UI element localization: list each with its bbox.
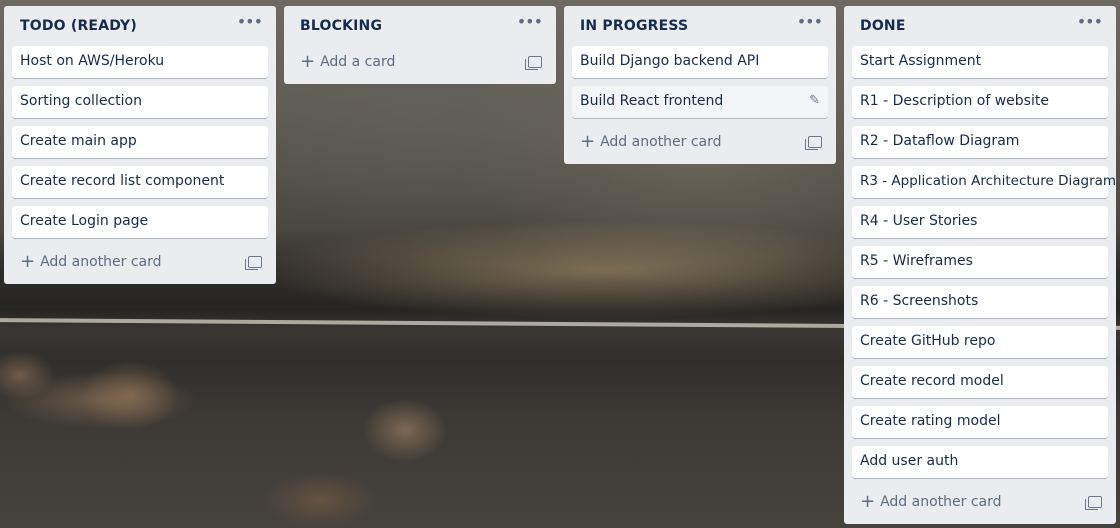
more-horizontal-icon[interactable]: •••	[797, 14, 823, 38]
more-horizontal-icon[interactable]: •••	[1077, 14, 1103, 38]
card[interactable]: R4 - User Stories	[852, 206, 1108, 238]
add-card-label: Add a card	[320, 54, 396, 70]
list-title[interactable]: TODO (READY)	[20, 18, 137, 34]
card-template-icon[interactable]	[245, 256, 262, 270]
card[interactable]: Build Django backend API	[572, 46, 828, 78]
list-title[interactable]: DONE	[860, 18, 906, 34]
list-header[interactable]: DONE •••	[852, 6, 1108, 46]
list-title[interactable]: IN PROGRESS	[580, 18, 688, 34]
add-card-label: Add another card	[880, 494, 1002, 510]
card-title: Build React frontend	[580, 93, 724, 109]
plus-icon: +	[860, 491, 876, 512]
card[interactable]: R2 - Dataflow Diagram	[852, 126, 1108, 158]
card[interactable]: Add user auth	[852, 446, 1108, 478]
add-card-button[interactable]: + Add another card	[852, 486, 1108, 518]
card[interactable]: R1 - Description of website	[852, 86, 1108, 118]
list-header[interactable]: TODO (READY) •••	[12, 6, 268, 46]
more-horizontal-icon[interactable]: •••	[517, 14, 543, 38]
add-card-button[interactable]: + Add another card	[572, 126, 828, 158]
list-todo: TODO (READY) ••• Host on AWS/Heroku Sort…	[4, 6, 276, 284]
list-header[interactable]: BLOCKING •••	[292, 6, 548, 46]
plus-icon: +	[580, 131, 596, 152]
pencil-icon[interactable]: ✎	[809, 93, 820, 108]
card[interactable]: R6 - Screenshots	[852, 286, 1108, 318]
card-template-icon[interactable]	[525, 56, 542, 70]
card-template-icon[interactable]	[805, 136, 822, 150]
card[interactable]: Create Login page	[12, 206, 268, 238]
add-card-label: Add another card	[600, 134, 722, 150]
list-title[interactable]: BLOCKING	[300, 18, 382, 34]
list-header[interactable]: IN PROGRESS •••	[572, 6, 828, 46]
card[interactable]: Create rating model	[852, 406, 1108, 438]
card[interactable]: R5 - Wireframes	[852, 246, 1108, 278]
card[interactable]: Create main app	[12, 126, 268, 158]
card[interactable]: Sorting collection	[12, 86, 268, 118]
more-horizontal-icon[interactable]: •••	[237, 14, 263, 38]
add-card-button[interactable]: + Add another card	[12, 246, 268, 278]
list-blocking: BLOCKING ••• + Add a card	[284, 6, 556, 84]
card[interactable]: Start Assignment	[852, 46, 1108, 78]
card[interactable]: Build React frontend ✎	[572, 86, 828, 118]
add-card-button[interactable]: + Add a card	[292, 46, 548, 78]
list-done: DONE ••• Start Assignment R1 - Descripti…	[844, 6, 1116, 524]
plus-icon: +	[20, 251, 36, 272]
list-in-progress: IN PROGRESS ••• Build Django backend API…	[564, 6, 836, 164]
card[interactable]: Host on AWS/Heroku	[12, 46, 268, 78]
card-template-icon[interactable]	[1085, 496, 1102, 510]
card[interactable]: Create record list component	[12, 166, 268, 198]
add-card-label: Add another card	[40, 254, 162, 270]
card[interactable]: Create record model	[852, 366, 1108, 398]
card[interactable]: R3 - Application Architecture Diagram	[852, 166, 1116, 198]
card[interactable]: Create GitHub repo	[852, 326, 1108, 358]
plus-icon: +	[300, 51, 316, 72]
